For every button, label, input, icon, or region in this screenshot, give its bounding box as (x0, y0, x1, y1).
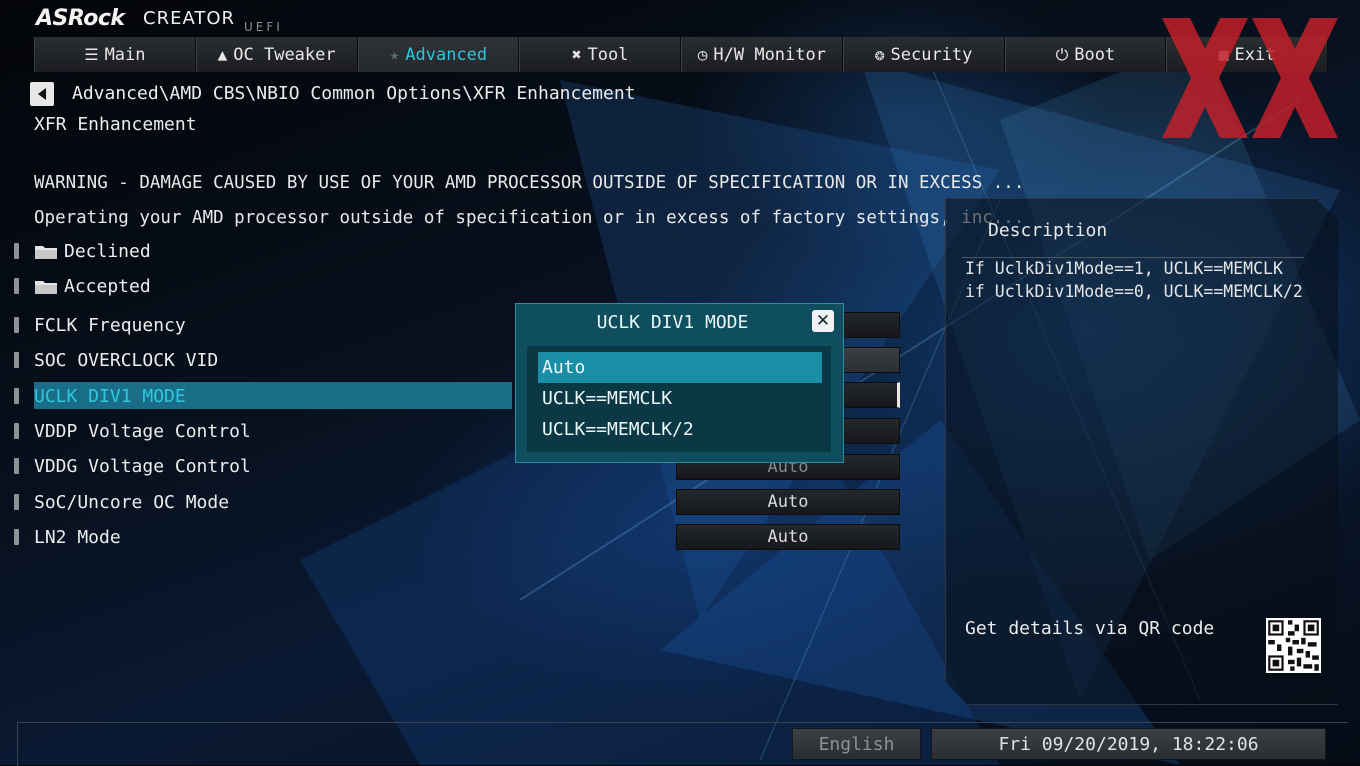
folder-item-declined[interactable]: Declined (14, 237, 151, 265)
tab-label: Main (104, 44, 146, 65)
close-button[interactable]: ✕ (812, 310, 834, 332)
setting-label: FCLK Frequency (34, 314, 186, 336)
setting-label: VDDP Voltage Control (34, 420, 251, 442)
soc-uncore-oc-mode-value[interactable]: Auto (676, 489, 900, 515)
shield-icon: ❂ (874, 45, 885, 64)
exit-icon: ▦ (1218, 45, 1229, 64)
qr-label: Get details via QR code (965, 618, 1215, 639)
tab-label: H/W Monitor (713, 44, 826, 65)
item-marker (14, 529, 19, 545)
option-popup: UCLK DIV1 MODE ✕ Auto UCLK==MEMCLK UCLK=… (515, 303, 844, 463)
tab-hw-monitor[interactable]: ◷ H/W Monitor (681, 37, 843, 72)
tab-label: Boot (1074, 44, 1116, 65)
item-marker (14, 388, 19, 404)
page-title: XFR Enhancement (34, 114, 197, 135)
close-icon: ✕ (815, 311, 831, 331)
breadcrumb: Advanced\AMD CBS\NBIO Common Options\XFR… (72, 83, 636, 104)
setting-label: VDDG Voltage Control (34, 455, 251, 477)
item-marker (14, 352, 19, 368)
setting-uclk-div1-mode[interactable]: UCLK DIV1 MODE (14, 382, 186, 410)
folder-item-accepted[interactable]: Accepted (14, 272, 151, 300)
tools-icon: ✖ (571, 45, 582, 64)
product-line: CREATOR (143, 8, 236, 29)
folder-icon (35, 246, 57, 259)
tab-label: Advanced (405, 44, 488, 65)
setting-label: SOC OVERCLOCK VID (34, 349, 219, 371)
warning-heading: WARNING - DAMAGE CAUSED BY USE OF YOUR A… (34, 173, 1025, 193)
power-icon: ⏻ (1055, 44, 1069, 64)
description-divider (962, 257, 1304, 258)
setting-label: UCLK DIV1 MODE (34, 385, 186, 407)
folder-label: Declined (64, 240, 151, 262)
setting-vddg-voltage-control[interactable]: VDDG Voltage Control (14, 452, 251, 480)
tab-advanced[interactable]: ★ Advanced (357, 37, 520, 72)
tab-label: OC Tweaker (233, 44, 336, 65)
description-line: If UclkDiv1Mode==1, UCLK==MEMCLK (965, 259, 1283, 278)
description-line: if UclkDiv1Mode==0, UCLK==MEMCLK/2 (965, 282, 1303, 301)
setting-label: SoC/Uncore OC Mode (34, 491, 230, 513)
option-item[interactable]: Auto (538, 352, 822, 383)
brand-name: ASRock (36, 6, 125, 31)
tab-label: Tool (587, 44, 629, 65)
setting-vddp-voltage-control[interactable]: VDDP Voltage Control (14, 417, 251, 445)
datetime-display: Fri 09/20/2019, 18:22:06 (931, 728, 1326, 760)
uefi-label: UEFI (244, 20, 283, 34)
setting-soc-overclock-vid[interactable]: SOC OVERCLOCK VID (14, 346, 218, 374)
tab-main[interactable]: ☰ Main (34, 37, 196, 72)
monitor-icon: ◷ (697, 45, 708, 64)
tab-boot[interactable]: ⏻ Boot (1004, 37, 1167, 72)
setting-fclk-frequency[interactable]: FCLK Frequency (14, 311, 186, 339)
description-title: Description (988, 220, 1108, 241)
popup-title: UCLK DIV1 MODE (596, 312, 749, 333)
setting-soc-uncore-oc-mode[interactable]: SoC/Uncore OC Mode (14, 488, 229, 516)
item-marker (14, 278, 19, 294)
item-marker (14, 243, 19, 259)
tab-exit[interactable]: ▦ Exit (1166, 37, 1328, 72)
tab-label: Exit (1234, 44, 1276, 65)
tab-tool[interactable]: ✖ Tool (519, 37, 681, 72)
language-button[interactable]: English (792, 728, 921, 760)
rocket-icon: ▲ (217, 45, 228, 64)
item-marker (14, 494, 19, 510)
setting-label: LN2 Mode (34, 526, 121, 548)
item-marker (14, 317, 19, 333)
tab-oc-tweaker[interactable]: ▲ OC Tweaker (195, 37, 358, 72)
star-icon: ★ (389, 45, 400, 64)
warning-text: Operating your AMD processor outside of … (34, 208, 1025, 228)
back-button[interactable] (30, 82, 54, 106)
folder-icon (35, 281, 57, 294)
option-list: Auto UCLK==MEMCLK UCLK==MEMCLK/2 (527, 346, 831, 452)
main-nav: ☰ Main ▲ OC Tweaker ★ Advanced ✖ Tool ◷ … (34, 37, 1328, 72)
option-item[interactable]: UCLK==MEMCLK (538, 383, 822, 414)
ln2-mode-value[interactable]: Auto (676, 524, 900, 550)
qr-code (1266, 618, 1321, 673)
folder-label: Accepted (64, 275, 151, 297)
setting-ln2-mode[interactable]: LN2 Mode (14, 523, 121, 551)
tab-label: Security (890, 44, 973, 65)
item-marker (14, 423, 19, 439)
tab-security[interactable]: ❂ Security (842, 37, 1005, 72)
list-icon: ☰ (84, 45, 99, 64)
option-item[interactable]: UCLK==MEMCLK/2 (538, 414, 822, 445)
item-marker (14, 458, 19, 474)
